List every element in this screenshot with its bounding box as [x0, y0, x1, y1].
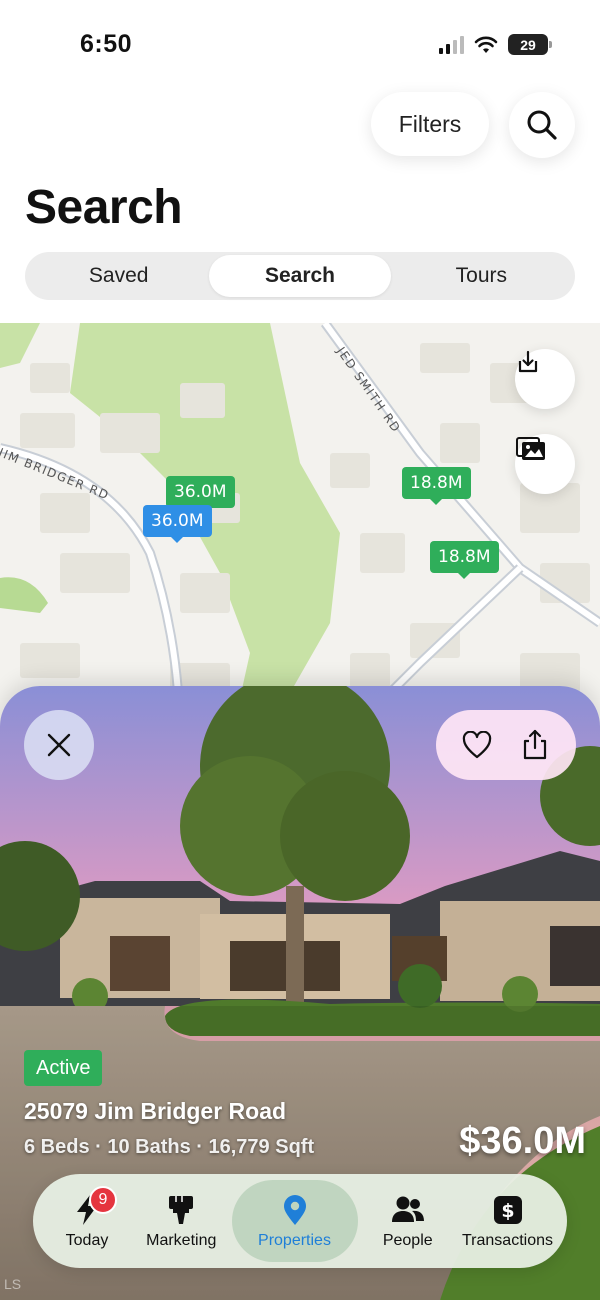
price-pin-selected[interactable]: 36.0M [143, 505, 212, 543]
tab-label: People [382, 1231, 433, 1249]
close-button[interactable] [24, 710, 94, 780]
segment-saved[interactable]: Saved [28, 255, 209, 297]
tab-transactions[interactable]: $ Transactions [458, 1180, 557, 1262]
tab-today[interactable]: Today 9 [43, 1180, 131, 1262]
search-icon [527, 110, 557, 140]
close-icon [47, 733, 71, 757]
download-icon [518, 350, 538, 373]
status-bar: 6:50 29 [0, 0, 600, 90]
listing-specs: 6 Beds · 10 Baths · 16,779 Sqft [24, 1136, 315, 1158]
svg-text:$: $ [501, 1200, 514, 1222]
tab-label: Marketing [146, 1231, 217, 1249]
notification-badge: 9 [89, 1186, 117, 1214]
people-icon [391, 1193, 425, 1227]
tab-label: Transactions [462, 1231, 553, 1249]
tab-people[interactable]: People [364, 1180, 452, 1262]
price-pin[interactable]: 36.0M [166, 476, 235, 514]
page-title: Search [25, 181, 183, 234]
map-view[interactable]: JED SMITH RD JIM BRIDGER RD 36.0M 36.0M … [0, 323, 600, 743]
map-pin-icon [278, 1193, 312, 1227]
segmented-control: Saved Search Tours [25, 252, 575, 300]
price-pin[interactable]: 18.8M [430, 541, 499, 579]
status-time: 6:50 [80, 30, 133, 58]
paint-brush-icon [164, 1193, 198, 1227]
status-icons: 29 [439, 34, 552, 55]
battery-icon: 29 [508, 34, 552, 55]
tab-bar: Today 9 Marketing Properties People $ Tr… [33, 1174, 567, 1268]
download-button[interactable] [515, 349, 575, 409]
tab-label: Today [65, 1231, 109, 1249]
search-button[interactable] [509, 92, 575, 158]
photos-button[interactable] [515, 434, 575, 494]
status-badge: Active [24, 1050, 103, 1086]
watermark: LS [4, 1276, 22, 1292]
tab-label: Properties [258, 1231, 331, 1249]
segment-tours[interactable]: Tours [391, 255, 572, 297]
dollar-icon: $ [491, 1193, 525, 1227]
heart-icon [462, 731, 492, 759]
share-icon [523, 729, 547, 760]
signal-icon [439, 35, 464, 54]
tab-properties[interactable]: Properties [231, 1180, 358, 1262]
listing-address: 25079 Jim Bridger Road [24, 1098, 287, 1124]
listing-price: $36.0M [459, 1120, 586, 1162]
map-canvas [0, 323, 600, 743]
price-pin[interactable]: 18.8M [402, 467, 471, 505]
segment-search[interactable]: Search [209, 255, 391, 297]
share-button[interactable] [513, 723, 557, 767]
tab-marketing[interactable]: Marketing [137, 1180, 225, 1262]
favorite-button[interactable] [455, 723, 499, 767]
card-actions [436, 710, 576, 780]
photos-icon [516, 437, 545, 460]
filters-button[interactable]: Filters [371, 92, 489, 156]
wifi-icon [474, 36, 498, 53]
